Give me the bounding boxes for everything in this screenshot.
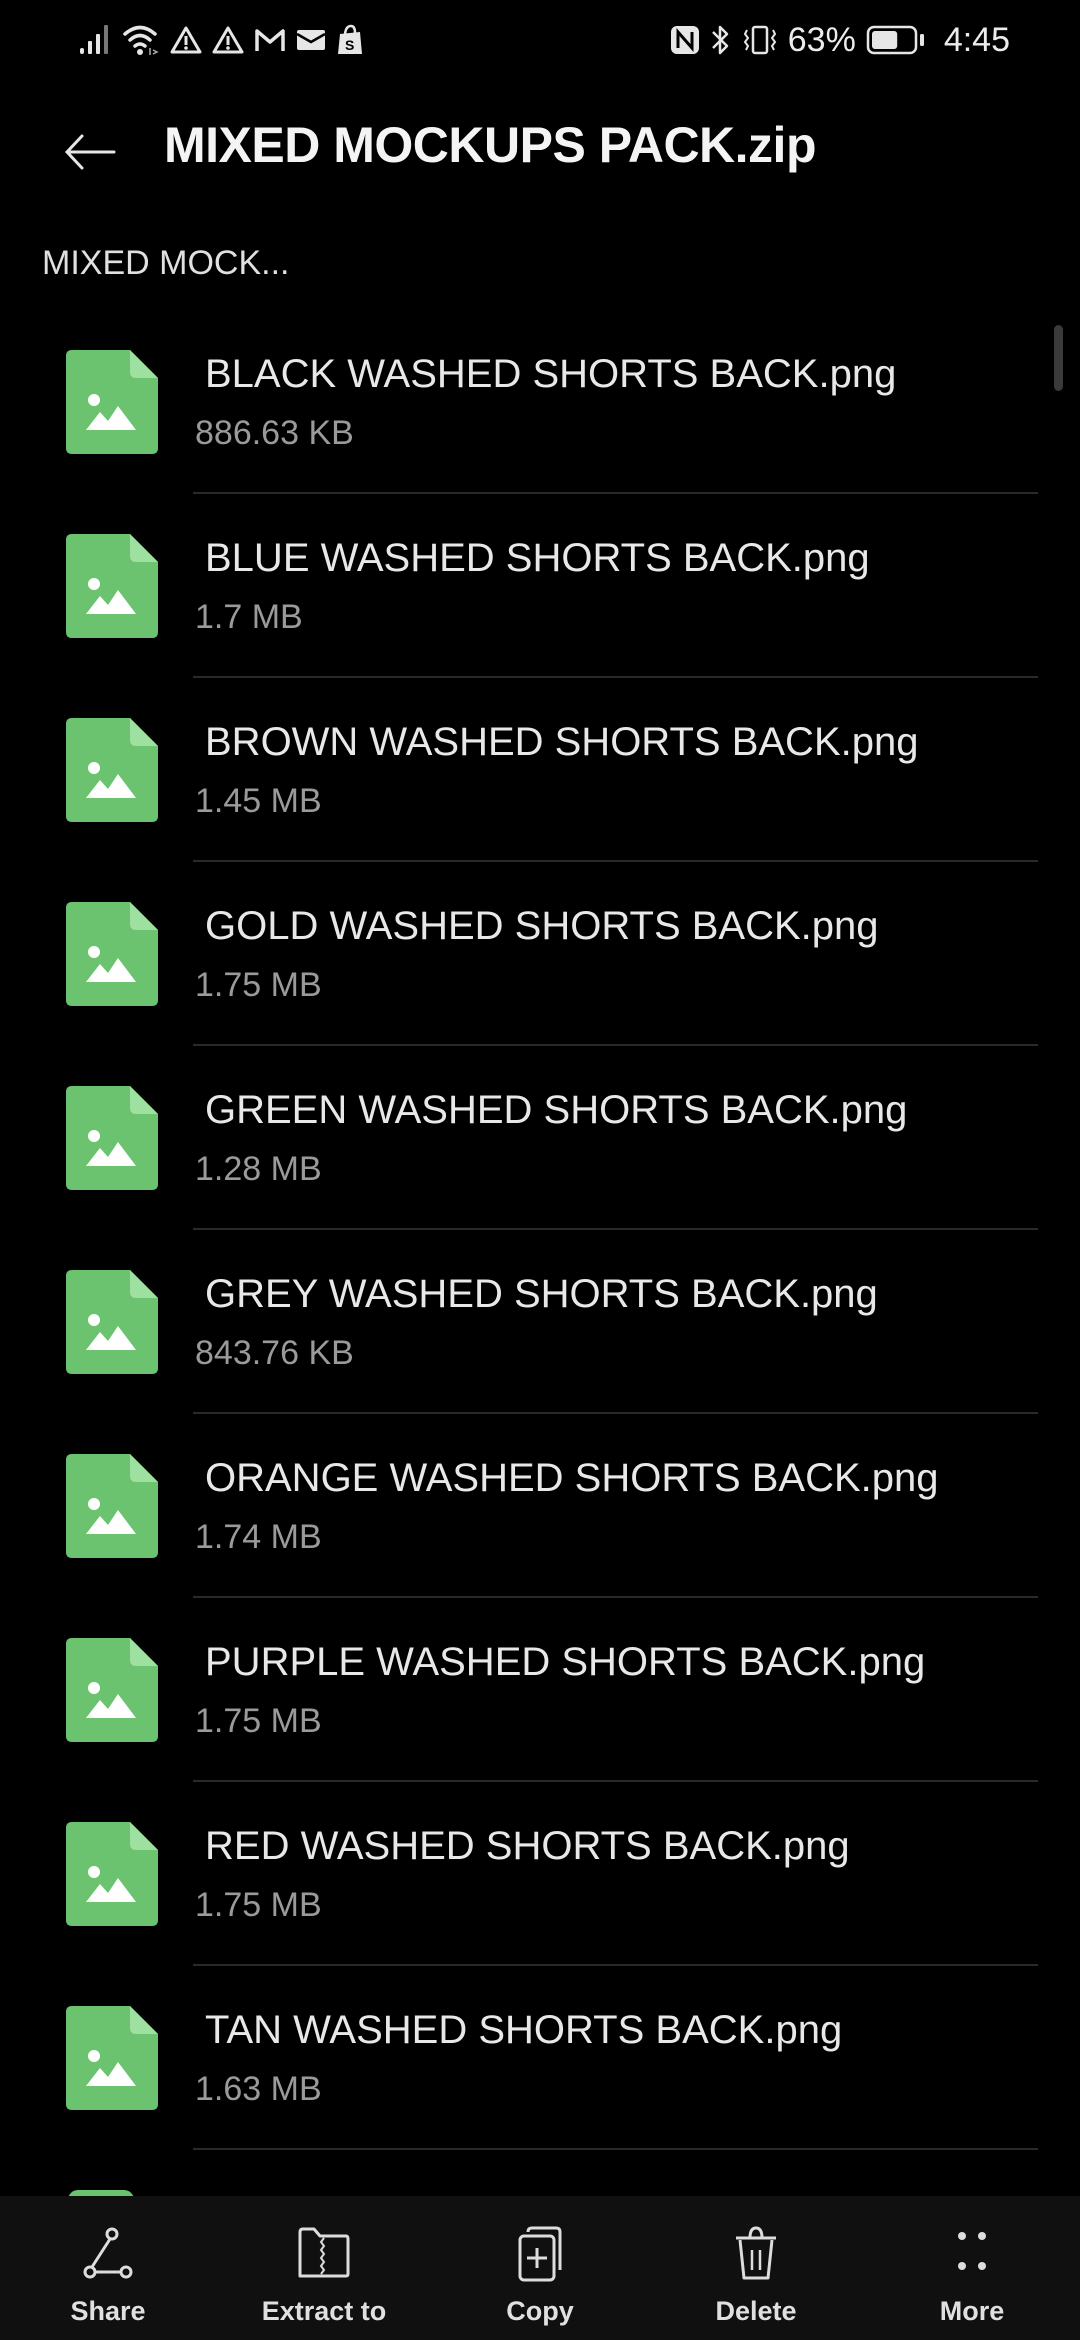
extract-to-label: Extract to	[261, 2296, 387, 2326]
back-button[interactable]	[60, 122, 120, 182]
share-icon	[83, 2227, 133, 2279]
clock: 4:45	[943, 20, 1010, 59]
share-label: Share	[70, 2296, 146, 2326]
status-icons-left: S	[78, 20, 364, 60]
file-list-item[interactable]: GREEN WASHED SHORTS BACK.png 1.28 MB	[0, 1046, 1080, 1230]
image-file-icon	[66, 1086, 158, 1190]
file-list: BLACK WASHED SHORTS BACK.png 886.63 KB BLU…	[0, 310, 1080, 2150]
app-header: MIXED MOCKUPS PACK.zip	[0, 110, 1080, 190]
nfc-icon	[670, 26, 699, 54]
file-size: 1.28 MB	[195, 1150, 322, 1188]
warning-icon	[212, 26, 244, 54]
file-size: 1.75 MB	[195, 1886, 322, 1924]
arrow-left-icon	[64, 134, 116, 170]
bluetooth-icon	[711, 25, 728, 55]
file-list-item[interactable]: PURPLE WASHED SHORTS BACK.png 1.75 MB	[0, 1598, 1080, 1782]
file-list-item[interactable]: GREY WASHED SHORTS BACK.png 843.76 KB	[0, 1230, 1080, 1414]
breadcrumb[interactable]: MIXED MOCK...	[42, 244, 289, 283]
trash-icon	[736, 2226, 776, 2280]
file-list-item[interactable]: GOLD WASHED SHORTS BACK.png 1.75 MB	[0, 862, 1080, 1046]
file-name: ORANGE WASHED SHORTS BACK.png	[205, 1456, 939, 1500]
file-name: RED WASHED SHORTS BACK.png	[205, 1824, 850, 1868]
copy-label: Copy	[506, 2296, 574, 2326]
status-icons-right: 63% 4:45	[670, 18, 1010, 62]
file-size: 1.7 MB	[195, 598, 303, 636]
signal-icon	[80, 25, 108, 54]
file-name: BLUE WASHED SHORTS BACK.png	[205, 536, 870, 580]
image-file-icon	[66, 718, 158, 822]
file-size: 1.75 MB	[195, 1702, 322, 1740]
bottom-action-bar: Share Extract to Copy Delete More	[0, 2196, 1080, 2340]
mail-icon	[296, 30, 326, 50]
file-name: BLACK WASHED SHORTS BACK.png	[205, 352, 897, 396]
warning-icon	[170, 26, 202, 54]
file-name: PURPLE WASHED SHORTS BACK.png	[205, 1640, 926, 1684]
file-size: 1.75 MB	[195, 966, 322, 1004]
image-file-icon	[66, 1822, 158, 1926]
image-file-icon	[66, 2006, 158, 2110]
image-file-icon	[66, 1638, 158, 1742]
file-size: 1.63 MB	[195, 2070, 322, 2108]
image-file-icon	[66, 350, 158, 454]
copy-button[interactable]: Copy	[432, 2196, 648, 2340]
file-name: TAN WASHED SHORTS BACK.png	[205, 2008, 843, 2052]
shopify-icon: S	[338, 24, 362, 54]
copy-icon	[518, 2226, 562, 2282]
file-name: GREY WASHED SHORTS BACK.png	[205, 1272, 878, 1316]
battery-icon	[866, 25, 924, 55]
image-file-icon	[66, 534, 158, 638]
image-file-icon	[66, 902, 158, 1006]
delete-button[interactable]: Delete	[648, 2196, 864, 2340]
file-name: GREEN WASHED SHORTS BACK.png	[205, 1088, 908, 1132]
file-name: GOLD WASHED SHORTS BACK.png	[205, 904, 879, 948]
gmail-icon	[255, 29, 285, 51]
more-dots-icon	[958, 2232, 986, 2270]
file-size: 1.74 MB	[195, 1518, 322, 1556]
svg-text:S: S	[345, 37, 354, 53]
image-file-icon	[66, 1454, 158, 1558]
extract-folder-icon	[298, 2227, 350, 2278]
vibrate-icon	[743, 25, 776, 55]
status-bar: S 63% 4:45	[0, 0, 1080, 80]
file-size: 843.76 KB	[195, 1334, 354, 1372]
file-list-item[interactable]: BLACK WASHED SHORTS BACK.png 886.63 KB	[0, 310, 1080, 494]
file-list-item[interactable]: ORANGE WASHED SHORTS BACK.png 1.74 MB	[0, 1414, 1080, 1598]
wifi-icon	[123, 25, 159, 55]
more-button[interactable]: More	[864, 2196, 1080, 2340]
image-file-icon	[66, 1270, 158, 1374]
scrollbar[interactable]	[1054, 325, 1063, 391]
extract-to-button[interactable]: Extract to	[216, 2196, 432, 2340]
file-list-item[interactable]: TAN WASHED SHORTS BACK.png 1.63 MB	[0, 1966, 1080, 2150]
page-title: MIXED MOCKUPS PACK.zip	[164, 117, 817, 173]
share-button[interactable]: Share	[0, 2196, 216, 2340]
file-list-item[interactable]: BLUE WASHED SHORTS BACK.png 1.7 MB	[0, 494, 1080, 678]
battery-percent: 63%	[787, 20, 856, 59]
file-size: 1.45 MB	[195, 782, 322, 820]
file-list-item[interactable]: BROWN WASHED SHORTS BACK.png 1.45 MB	[0, 678, 1080, 862]
file-name: BROWN WASHED SHORTS BACK.png	[205, 720, 919, 764]
divider	[193, 2148, 1038, 2150]
more-label: More	[939, 2296, 1005, 2326]
delete-label: Delete	[715, 2296, 797, 2326]
file-list-item[interactable]: RED WASHED SHORTS BACK.png 1.75 MB	[0, 1782, 1080, 1966]
file-size: 886.63 KB	[195, 414, 354, 452]
